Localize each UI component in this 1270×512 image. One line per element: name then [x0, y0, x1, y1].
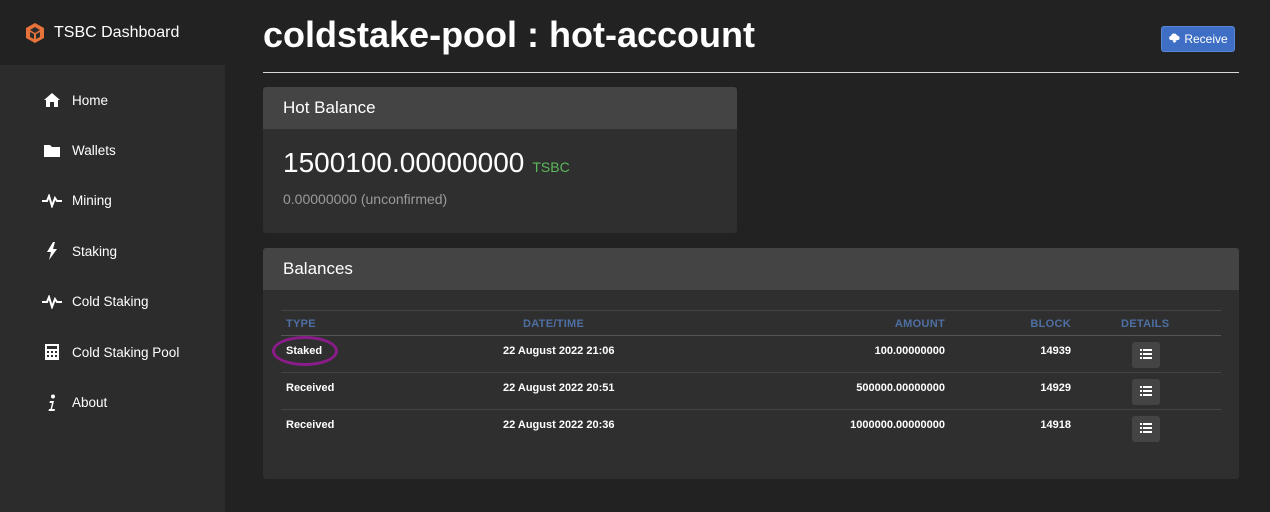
list-icon [1140, 420, 1152, 438]
receive-button[interactable]: Receive [1161, 26, 1235, 52]
sidebar-item-cold-staking[interactable]: Cold Staking [0, 277, 225, 327]
panel-header: Balances [263, 248, 1239, 290]
sidebar-item-mining[interactable]: Mining [0, 176, 225, 226]
cell-amount: 100.00000000 [874, 345, 945, 357]
table-row: Staked 22 August 2022 21:06 100.00000000… [272, 336, 1221, 373]
list-icon [1140, 383, 1152, 401]
home-icon [42, 91, 62, 109]
sidebar-item-label: Cold Staking Pool [72, 344, 180, 360]
brand[interactable]: TSBC Dashboard [0, 0, 225, 65]
sidebar-item-wallets[interactable]: Wallets [0, 125, 225, 175]
sidebar-item-label: Home [72, 92, 109, 108]
sidebar-item-label: Mining [72, 193, 112, 209]
hot-balance-panel: Hot Balance 1500100.00000000 TSBC 0.0000… [263, 87, 737, 233]
details-button[interactable] [1132, 416, 1160, 442]
folder-icon [42, 142, 62, 160]
details-button[interactable] [1132, 379, 1160, 405]
info-icon [42, 394, 62, 412]
balance-unit: TSBC [532, 159, 570, 175]
calculator-icon [42, 343, 62, 361]
cell-block: 14918 [1040, 419, 1071, 431]
table-row: Received 22 August 2022 20:51 500000.000… [281, 373, 1221, 410]
sidebar-item-label: About [72, 395, 108, 411]
column-header-block[interactable]: BLOCK [1030, 318, 1071, 330]
page-title: coldstake-pool : hot-account [263, 14, 756, 55]
table-row: Received 22 August 2022 20:36 1000000.00… [281, 410, 1221, 447]
sidebar-item-label: Wallets [72, 143, 116, 159]
balance-amount: 1500100.00000000 [283, 147, 525, 178]
cell-block: 14929 [1040, 382, 1071, 394]
balance-line: 1500100.00000000 TSBC [283, 147, 570, 179]
highlight-circle [272, 336, 338, 366]
lightning-icon [42, 242, 62, 261]
sidebar-item-label: Cold Staking [72, 294, 149, 310]
sidebar-nav: Home Wallets Mining Staking Cold Staking [0, 65, 225, 428]
cube-logo-icon [24, 22, 46, 44]
cell-block: 14939 [1040, 345, 1071, 357]
column-header-amount[interactable]: AMOUNT [895, 318, 945, 330]
cell-amount: 500000.00000000 [856, 382, 945, 394]
cell-type: Staked [272, 336, 338, 366]
sidebar-item-cold-staking-pool[interactable]: Cold Staking Pool [0, 327, 225, 377]
cell-type: Received [286, 419, 335, 431]
balances-panel: Balances TYPE DATE/TIME AMOUNT BLOCK DET… [263, 248, 1239, 479]
sidebar-item-label: Staking [72, 243, 118, 259]
column-header-type[interactable]: TYPE [286, 318, 316, 330]
column-header-datetime[interactable]: DATE/TIME [523, 318, 584, 330]
column-header-details: DETAILS [1121, 318, 1170, 330]
table-header: TYPE DATE/TIME AMOUNT BLOCK DETAILS [281, 311, 1221, 336]
balances-table: TYPE DATE/TIME AMOUNT BLOCK DETAILS Stak… [272, 310, 1221, 447]
cell-datetime: 22 August 2022 21:06 [503, 345, 615, 357]
cell-amount: 1000000.00000000 [850, 419, 945, 431]
panel-header: Hot Balance [263, 87, 737, 129]
cell-type: Received [286, 382, 335, 394]
sidebar: TSBC Dashboard Home Wallets Mining Staki… [0, 0, 225, 512]
brand-title: TSBC Dashboard [54, 23, 180, 41]
sidebar-item-about[interactable]: About [0, 377, 225, 427]
details-button[interactable] [1132, 342, 1160, 368]
title-divider [263, 72, 1239, 73]
list-icon [1140, 346, 1152, 364]
pulse-icon [42, 293, 62, 311]
unconfirmed-balance: 0.00000000 (unconfirmed) [283, 191, 448, 207]
cell-datetime: 22 August 2022 20:36 [503, 419, 615, 431]
receive-button-label: Receive [1184, 32, 1228, 46]
cell-datetime: 22 August 2022 20:51 [503, 382, 615, 394]
cloud-download-icon [1168, 32, 1181, 46]
sidebar-item-home[interactable]: Home [0, 75, 225, 125]
pulse-icon [42, 192, 62, 210]
sidebar-item-staking[interactable]: Staking [0, 226, 225, 276]
